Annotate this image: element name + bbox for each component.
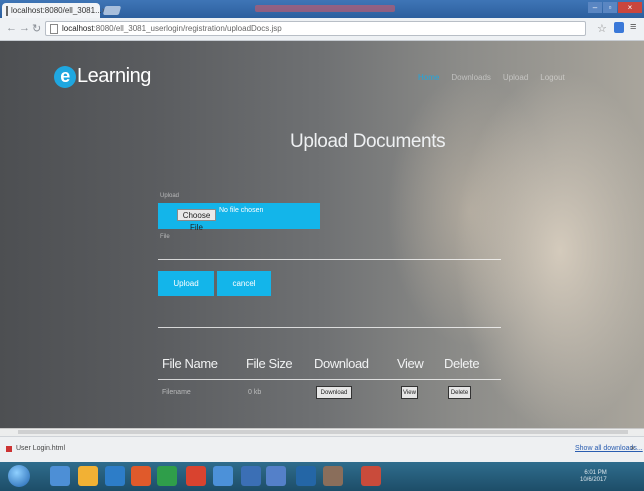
downloads-shelf: User Login.html Show all downloads... × (0, 436, 644, 462)
close-icon[interactable]: × (630, 443, 635, 453)
os-taskbar: 6:01 PM 10/6/2017 (0, 462, 644, 491)
url-path: :8080/ell_3081_userlogin/registration/up… (93, 24, 282, 33)
no-file-text: No file chosen (219, 207, 264, 214)
taskbar-app-icon[interactable] (213, 466, 233, 486)
start-button[interactable] (8, 465, 30, 487)
tray-time: 6:01 PM (584, 470, 607, 476)
taskbar-app-icon[interactable] (241, 466, 261, 486)
cancel-button[interactable]: cancel (217, 271, 271, 296)
nav-logout[interactable]: Logout (540, 73, 564, 82)
star-icon[interactable]: ☆ (597, 22, 607, 35)
nav-home[interactable]: Home (418, 73, 439, 82)
logo-text: Learning (77, 65, 151, 87)
browser-titlebar: localhost:8080/ell_3081... × – ▫ × (0, 0, 644, 18)
taskbar-app-icon[interactable] (361, 466, 381, 486)
taskbar-app-icon[interactable] (186, 466, 206, 486)
taskbar-app-icon[interactable] (131, 466, 151, 486)
page-icon (6, 5, 8, 16)
column-header-delete: Delete (444, 356, 480, 371)
forward-arrow-icon[interactable]: → (19, 22, 30, 34)
view-button[interactable]: View (401, 386, 418, 399)
download-button[interactable]: Download (316, 386, 352, 399)
browser-toolbar: ← → ↻ localhost :8080/ell_3081_userlogin… (0, 18, 644, 41)
taskbar-app-icon[interactable] (50, 466, 70, 486)
file-label: File (160, 234, 170, 240)
table-top-divider (158, 327, 501, 328)
page-content: e Learning Home Downloads Upload Logout … (0, 41, 644, 428)
column-header-file-name: File Name (162, 356, 218, 371)
taskbar-app-icon[interactable] (296, 466, 316, 486)
close-window-button[interactable]: × (618, 2, 642, 13)
scrollbar-thumb[interactable] (18, 430, 628, 434)
url-host: localhost (62, 24, 94, 33)
browser-tab[interactable]: localhost:8080/ell_3081... × (2, 3, 106, 18)
taskbar-app-icon[interactable] (105, 466, 125, 486)
download-item[interactable]: User Login.html (6, 445, 65, 452)
new-tab-button[interactable] (102, 6, 122, 15)
page-icon (50, 23, 58, 34)
field-underline (158, 259, 501, 260)
nav-upload[interactable]: Upload (503, 73, 528, 82)
reload-icon[interactable]: ↻ (32, 22, 41, 35)
column-header-file-size: File Size (246, 356, 293, 371)
site-logo[interactable]: e Learning (54, 65, 151, 88)
upload-button[interactable]: Upload (158, 271, 214, 296)
download-item-name: User Login.html (16, 445, 66, 452)
main-nav: Home Downloads Upload Logout (418, 73, 565, 82)
window-title (255, 5, 395, 12)
maximize-button[interactable]: ▫ (603, 2, 617, 13)
file-icon (6, 445, 12, 452)
taskbar-app-icon[interactable] (323, 466, 343, 486)
delete-button[interactable]: Delete (448, 386, 471, 399)
logo-badge: e (54, 65, 76, 88)
menu-icon[interactable]: ≡ (630, 21, 636, 33)
header-divider (158, 379, 501, 380)
tab-title: localhost:8080/ell_3081... (11, 6, 102, 15)
taskbar-app-icon[interactable] (78, 466, 98, 486)
taskbar-app-icon[interactable] (266, 466, 286, 486)
upload-label: Upload (160, 193, 180, 199)
choose-file-button[interactable]: Choose File (177, 209, 216, 232)
cell-file-name: Filename (162, 389, 191, 396)
system-tray: 6:01 PM 10/6/2017 (580, 470, 607, 484)
minimize-button[interactable]: – (588, 2, 602, 13)
back-arrow-icon[interactable]: ← (6, 22, 17, 34)
column-header-download: Download (314, 356, 369, 371)
horizontal-scrollbar[interactable] (0, 428, 644, 436)
address-bar[interactable]: localhost :8080/ell_3081_userlogin/regis… (45, 21, 586, 36)
taskbar-app-icon[interactable] (157, 466, 177, 486)
cell-file-size: 0 kb (248, 389, 262, 396)
window-controls: – ▫ × (588, 2, 642, 13)
extension-icon[interactable] (614, 22, 624, 33)
nav-downloads[interactable]: Downloads (451, 73, 491, 82)
tray-date: 10/6/2017 (580, 477, 607, 483)
column-header-view: View (397, 356, 424, 371)
page-title: Upload Documents (290, 131, 446, 152)
